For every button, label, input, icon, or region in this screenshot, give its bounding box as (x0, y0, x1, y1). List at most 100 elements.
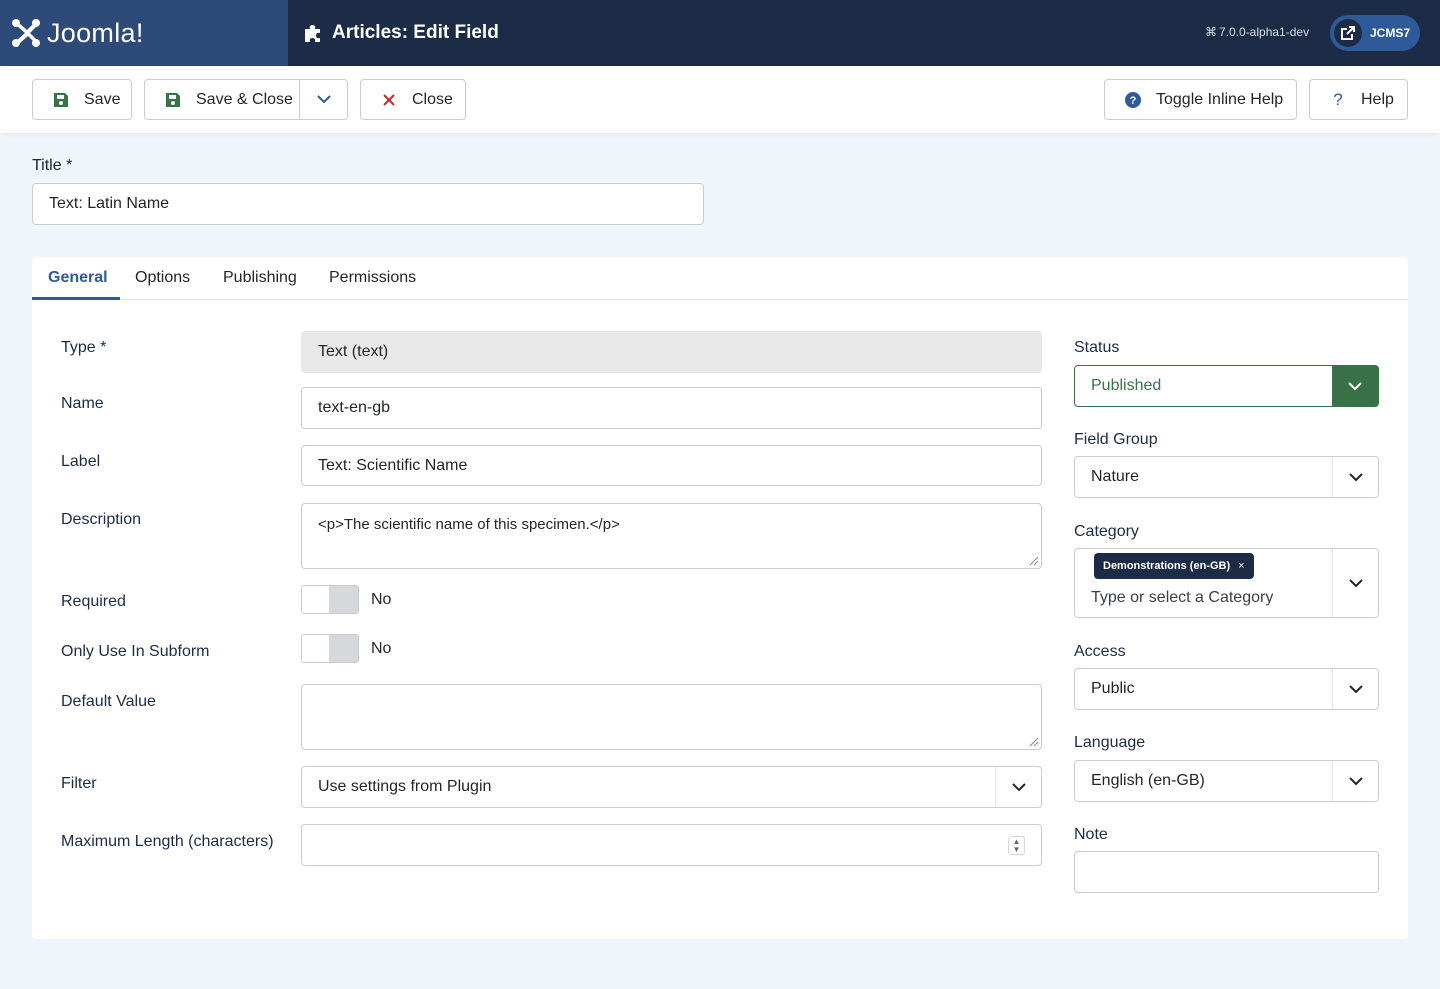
required-toggle[interactable] (301, 585, 359, 614)
toggle-help-label: Toggle Inline Help (1156, 90, 1284, 108)
chevron-down-icon (1348, 684, 1363, 693)
title-label: Title * (32, 157, 73, 174)
access-dropdown-arrow (1332, 669, 1378, 709)
category-placeholder[interactable]: Type or select a Category (1091, 589, 1273, 607)
category-select[interactable]: Demonstrations (en-GB) × Type or select … (1074, 548, 1379, 618)
title-input[interactable]: Text: Latin Name (32, 183, 704, 225)
puzzle-icon (305, 25, 320, 42)
default-value-label: Default Value (61, 693, 156, 710)
access-label: Access (1074, 643, 1126, 660)
tab-general[interactable]: General (48, 269, 108, 287)
type-value: Text (text) (318, 343, 389, 360)
number-spinner[interactable]: ▲ ▼ (1008, 836, 1025, 855)
help-button[interactable]: ? Help (1309, 79, 1408, 120)
brand[interactable]: Joomla! (0, 0, 288, 66)
floppy-disk-icon (52, 91, 70, 109)
filter-select[interactable]: Use settings from Plugin (301, 766, 1042, 808)
name-label: Name (61, 395, 104, 412)
tab-bar: General Options Publishing Permissions (32, 257, 1408, 300)
name-input[interactable]: text-en-gb (301, 387, 1042, 429)
language-value: English (en-GB) (1091, 772, 1205, 789)
save-close-group: Save & Close (144, 79, 348, 120)
chevron-down-icon (317, 95, 331, 104)
toggle-knob (329, 586, 358, 613)
tab-publishing[interactable]: Publishing (223, 269, 297, 287)
chevron-down-icon (1348, 472, 1363, 481)
language-dropdown-arrow (1332, 761, 1378, 801)
joomla-logo-icon (12, 19, 40, 47)
toolbar: Save Save & Close Close ? Toggle Inline … (0, 66, 1440, 133)
category-chip-label: Demonstrations (en-GB) (1103, 560, 1231, 572)
only-subform-value: No (371, 640, 392, 657)
language-label: Language (1074, 734, 1146, 751)
chevron-down-icon (1011, 782, 1026, 791)
access-select[interactable]: Public (1074, 668, 1379, 710)
active-tab-indicator (32, 297, 120, 300)
remove-chip-icon[interactable]: × (1238, 560, 1244, 572)
username: JCMS7 (1370, 26, 1411, 40)
resize-grip-icon[interactable] (1029, 556, 1039, 566)
toggle-knob (329, 635, 358, 662)
resize-grip-icon[interactable] (1029, 737, 1039, 747)
default-value-textarea[interactable] (301, 684, 1042, 750)
description-textarea[interactable]: <p>The scientific name of this specimen.… (301, 503, 1042, 569)
category-dropdown-arrow (1332, 549, 1378, 617)
category-label: Category (1074, 523, 1139, 540)
filter-label: Filter (61, 775, 97, 792)
label-input[interactable]: Text: Scientific Name (301, 445, 1042, 486)
question-mark-icon: ? (1333, 89, 1343, 109)
max-length-input[interactable]: ▲ ▼ (301, 824, 1042, 866)
version-text: 7.0.0-alpha1-dev (1219, 25, 1310, 39)
required-label: Required (61, 593, 126, 610)
max-length-label: Maximum Length (characters) (61, 833, 274, 850)
user-menu-button[interactable]: JCMS7 (1330, 15, 1420, 51)
close-button[interactable]: Close (360, 79, 466, 120)
label-label: Label (61, 453, 101, 470)
field-group-value: Nature (1091, 468, 1140, 485)
toggle-inline-help-button[interactable]: ? Toggle Inline Help (1104, 79, 1297, 120)
access-value: Public (1091, 680, 1135, 697)
svg-text:?: ? (1130, 95, 1137, 107)
field-group-select[interactable]: Nature (1074, 456, 1379, 498)
joomla-small-icon: ⌘ (1205, 25, 1217, 39)
save-label: Save (84, 90, 121, 108)
close-label: Close (412, 90, 453, 108)
required-value: No (371, 591, 392, 608)
status-dropdown-arrow (1332, 366, 1378, 406)
save-button[interactable]: Save (32, 79, 132, 120)
page-title-wrap: Articles: Edit Field (303, 0, 499, 66)
help-label: Help (1361, 90, 1394, 108)
brand-name: Joomla! (47, 17, 144, 48)
field-group-label: Field Group (1074, 431, 1158, 448)
label-value: Text: Scientific Name (318, 456, 468, 474)
edit-card: General Options Publishing Permissions T… (32, 257, 1408, 939)
question-circle-icon: ? (1124, 91, 1142, 109)
language-select[interactable]: English (en-GB) (1074, 760, 1379, 802)
note-input[interactable] (1074, 851, 1379, 893)
tab-permissions[interactable]: Permissions (329, 269, 416, 287)
status-value: Published (1091, 377, 1162, 394)
top-header: Joomla! Articles: Edit Field ⌘ 7.0.0-alp… (0, 0, 1440, 66)
floppy-disk-icon (164, 91, 182, 109)
filter-value: Use settings from Plugin (318, 778, 492, 795)
tab-options[interactable]: Options (135, 269, 190, 287)
field-group-dropdown-arrow (1332, 457, 1378, 497)
note-label: Note (1074, 826, 1108, 843)
save-close-button[interactable]: Save & Close (196, 91, 293, 109)
save-options-dropdown[interactable] (300, 80, 348, 119)
chevron-down-icon (1348, 776, 1363, 785)
external-link-icon (1334, 19, 1362, 47)
chevron-down-icon (1348, 381, 1362, 390)
close-icon (380, 91, 398, 109)
version-info: ⌘ 7.0.0-alpha1-dev (1205, 25, 1309, 39)
category-chip: Demonstrations (en-GB) × (1094, 553, 1254, 579)
type-field: Text (text) (301, 331, 1042, 373)
type-label: Type * (61, 339, 107, 356)
description-value: <p>The scientific name of this specimen.… (318, 516, 620, 533)
filter-dropdown-arrow (995, 767, 1041, 807)
chevron-down-icon (1348, 578, 1363, 587)
status-select[interactable]: Published (1074, 365, 1379, 407)
spinner-down-icon: ▼ (1012, 844, 1021, 854)
title-value: Text: Latin Name (49, 195, 170, 212)
only-subform-toggle[interactable] (301, 634, 359, 663)
